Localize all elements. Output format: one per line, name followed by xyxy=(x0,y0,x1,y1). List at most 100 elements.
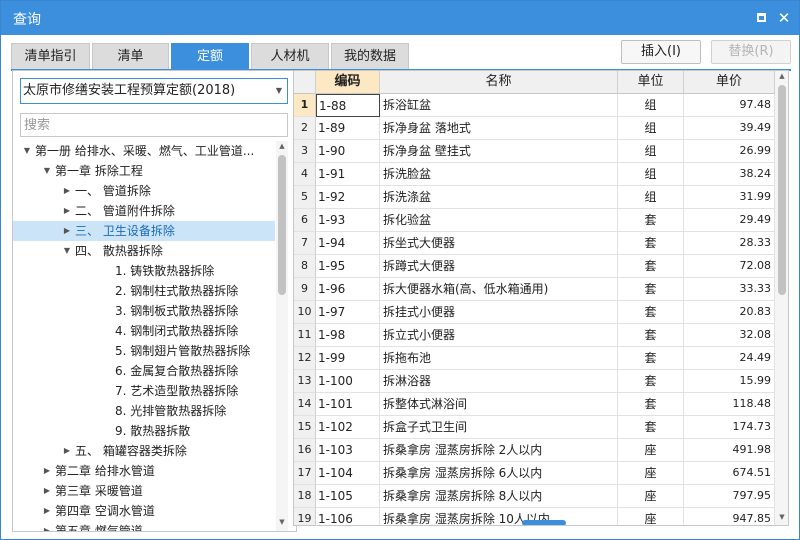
cell-name[interactable]: 拆浴缸盆 xyxy=(380,94,618,117)
cell-code[interactable]: 1-89 xyxy=(316,117,380,140)
scroll-up-icon[interactable]: ▲ xyxy=(276,142,288,150)
cell-name[interactable]: 拆大便器水箱(高、低水箱通用) xyxy=(380,278,618,301)
search-input[interactable] xyxy=(20,113,288,137)
tree-item[interactable]: ▼ 第一章 拆除工程 xyxy=(13,161,275,181)
tree-item[interactable]: ▶ 三、 卫生设备拆除 xyxy=(13,221,275,241)
maximize-icon[interactable] xyxy=(753,10,769,26)
tree-item[interactable]: 6. 金属复合散热器拆除 xyxy=(13,361,275,381)
cell-unit[interactable]: 套 xyxy=(618,232,684,255)
cell-name[interactable]: 拆桑拿房 湿蒸房拆除 10人以内 xyxy=(380,508,618,525)
cell-unit[interactable]: 套 xyxy=(618,301,684,324)
cell-unit[interactable]: 套 xyxy=(618,347,684,370)
cell-unit[interactable]: 组 xyxy=(618,117,684,140)
cell-unit[interactable]: 套 xyxy=(618,416,684,439)
collapse-arrow-icon[interactable]: ▶ xyxy=(41,461,53,481)
collapse-arrow-icon[interactable]: ▶ xyxy=(61,221,73,241)
tree-item[interactable]: 5. 钢制翅片管散热器拆除 xyxy=(13,341,275,361)
cell-unit[interactable]: 组 xyxy=(618,163,684,186)
cell-name[interactable]: 拆坐式大便器 xyxy=(380,232,618,255)
cell-code[interactable]: 1-106 xyxy=(316,508,380,525)
cell-name[interactable]: 拆蹲式大便器 xyxy=(380,255,618,278)
column-header-code[interactable]: 编码 xyxy=(316,71,380,94)
tree-item[interactable]: ▶ 第五章 燃气管道 xyxy=(13,521,275,531)
cell-name[interactable]: 拆拖布池 xyxy=(380,347,618,370)
cell-price[interactable]: 31.99 xyxy=(684,186,775,209)
tab-my-data[interactable]: 我的数据 xyxy=(331,43,409,69)
tree-item[interactable]: 2. 钢制柱式散热器拆除 xyxy=(13,281,275,301)
cell-name[interactable]: 拆桑拿房 湿蒸房拆除 8人以内 xyxy=(380,485,618,508)
cell-code[interactable]: 1-98 xyxy=(316,324,380,347)
scroll-up-icon[interactable]: ▲ xyxy=(775,72,788,80)
tree-item[interactable]: ▶ 二、 管道附件拆除 xyxy=(13,201,275,221)
cell-unit[interactable]: 座 xyxy=(618,485,684,508)
cell-unit[interactable]: 座 xyxy=(618,462,684,485)
tree-item[interactable]: 4. 钢制闭式散热器拆除 xyxy=(13,321,275,341)
grid-scroll-thumb[interactable] xyxy=(778,85,786,295)
cell-code[interactable]: 1-104 xyxy=(316,462,380,485)
column-header-unit[interactable]: 单位 xyxy=(618,71,684,94)
cell-price[interactable]: 491.98 xyxy=(684,439,775,462)
cell-unit[interactable]: 套 xyxy=(618,278,684,301)
cell-price[interactable]: 72.08 xyxy=(684,255,775,278)
cell-price[interactable]: 26.99 xyxy=(684,140,775,163)
cell-name[interactable]: 拆立式小便器 xyxy=(380,324,618,347)
cell-name[interactable]: 拆净身盆 壁挂式 xyxy=(380,140,618,163)
cell-name[interactable]: 拆盒子式卫生间 xyxy=(380,416,618,439)
cell-name[interactable]: 拆洗脸盆 xyxy=(380,163,618,186)
cell-unit[interactable]: 套 xyxy=(618,255,684,278)
expand-arrow-icon[interactable]: ▼ xyxy=(41,161,53,181)
tree-item[interactable]: 7. 艺术造型散热器拆除 xyxy=(13,381,275,401)
collapse-arrow-icon[interactable]: ▶ xyxy=(41,481,53,501)
cell-unit[interactable]: 套 xyxy=(618,324,684,347)
cell-code[interactable]: 1-90 xyxy=(316,140,380,163)
expand-arrow-icon[interactable]: ▼ xyxy=(61,241,73,261)
tab-list[interactable]: 清单 xyxy=(92,43,169,69)
cell-unit[interactable]: 组 xyxy=(618,94,684,117)
cell-code[interactable]: 1-93 xyxy=(316,209,380,232)
cell-code[interactable]: 1-91 xyxy=(316,163,380,186)
cell-name[interactable]: 拆桑拿房 湿蒸房拆除 6人以内 xyxy=(380,462,618,485)
column-header-price[interactable]: 单价 xyxy=(684,71,775,94)
cell-price[interactable]: 24.49 xyxy=(684,347,775,370)
collapse-arrow-icon[interactable]: ▶ xyxy=(61,441,73,461)
cell-name[interactable]: 拆整体式淋浴间 xyxy=(380,393,618,416)
cell-price[interactable]: 797.95 xyxy=(684,485,775,508)
cell-code[interactable]: 1-88 xyxy=(316,94,380,117)
tree-item[interactable]: 3. 钢制板式散热器拆除 xyxy=(13,301,275,321)
cell-code[interactable]: 1-103 xyxy=(316,439,380,462)
scroll-down-icon[interactable]: ▼ xyxy=(276,518,288,526)
cell-price[interactable]: 28.33 xyxy=(684,232,775,255)
cell-code[interactable]: 1-95 xyxy=(316,255,380,278)
grid-scrollbar[interactable]: ▲ ▼ xyxy=(775,71,788,525)
cell-code[interactable]: 1-94 xyxy=(316,232,380,255)
column-header-name[interactable]: 名称 xyxy=(380,71,618,94)
library-select[interactable]: 太原市修缮安装工程预算定额(2018) ▼ xyxy=(20,78,288,104)
cell-unit[interactable]: 组 xyxy=(618,140,684,163)
cell-code[interactable]: 1-99 xyxy=(316,347,380,370)
cell-code[interactable]: 1-105 xyxy=(316,485,380,508)
tree-item[interactable]: 1. 铸铁散热器拆除 xyxy=(13,261,275,281)
cell-price[interactable]: 15.99 xyxy=(684,370,775,393)
tree-scrollbar[interactable]: ▲ ▼ xyxy=(276,141,288,531)
tree-item[interactable]: ▶ 五、 箱罐容器类拆除 xyxy=(13,441,275,461)
cell-name[interactable]: 拆洗涤盆 xyxy=(380,186,618,209)
cell-price[interactable]: 38.24 xyxy=(684,163,775,186)
cell-price[interactable]: 118.48 xyxy=(684,393,775,416)
collapse-arrow-icon[interactable]: ▶ xyxy=(41,501,53,521)
cell-code[interactable]: 1-100 xyxy=(316,370,380,393)
cell-code[interactable]: 1-102 xyxy=(316,416,380,439)
cell-unit[interactable]: 座 xyxy=(618,508,684,525)
tree-item[interactable]: 9. 散热器拆散 xyxy=(13,421,275,441)
cell-unit[interactable]: 组 xyxy=(618,186,684,209)
tree-item[interactable]: ▶ 第四章 空调水管道 xyxy=(13,501,275,521)
tree-scroll-thumb[interactable] xyxy=(278,155,286,295)
cell-price[interactable]: 39.49 xyxy=(684,117,775,140)
tree-item[interactable]: ▶ 一、 管道拆除 xyxy=(13,181,275,201)
horizontal-scroll-thumb[interactable] xyxy=(522,520,566,525)
replace-button[interactable]: 替换(R) xyxy=(711,40,791,64)
cell-code[interactable]: 1-92 xyxy=(316,186,380,209)
cell-unit[interactable]: 座 xyxy=(618,439,684,462)
cell-name[interactable]: 拆桑拿房 湿蒸房拆除 2人以内 xyxy=(380,439,618,462)
cell-price[interactable]: 33.33 xyxy=(684,278,775,301)
cell-price[interactable]: 97.48 xyxy=(684,94,775,117)
